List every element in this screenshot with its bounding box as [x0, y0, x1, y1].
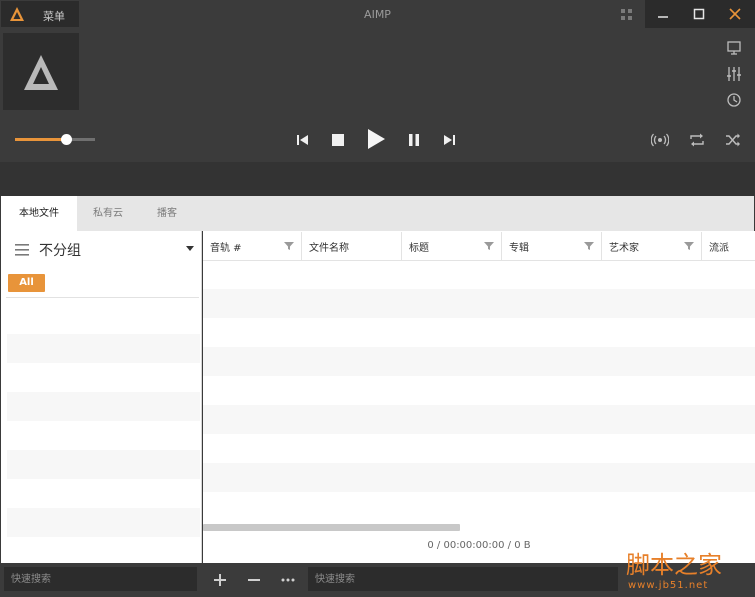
maximize-icon	[693, 8, 705, 20]
group-list-row	[7, 392, 200, 421]
playlist-search-input[interactable]	[308, 567, 618, 592]
column-label: 流派	[709, 243, 729, 254]
minimize-icon	[658, 16, 668, 18]
filter-icon[interactable]	[584, 241, 594, 251]
close-icon	[729, 8, 741, 20]
hamburger-icon[interactable]	[15, 244, 29, 256]
minimize-button[interactable]	[645, 0, 681, 28]
pause-icon[interactable]	[407, 133, 421, 147]
group-search	[4, 567, 197, 592]
column-title[interactable]: 标题	[402, 232, 502, 260]
column-file-name[interactable]: 文件名称	[302, 232, 402, 260]
column-artist[interactable]: 艺术家	[602, 232, 702, 260]
playlist-row	[203, 405, 755, 434]
group-list-row	[7, 450, 200, 479]
tab-podcasts[interactable]: 播客	[139, 196, 195, 231]
aimp-cover-logo-icon	[24, 55, 58, 90]
tab-private-cloud[interactable]: 私有云	[77, 196, 139, 231]
playlist-row	[203, 347, 755, 376]
group-divider	[6, 297, 199, 298]
grouping-selector[interactable]: 不分组	[39, 240, 81, 260]
previous-icon[interactable]	[296, 133, 310, 147]
playlist-header: 音轨 # 文件名称 标题 专辑 艺术家 流派	[203, 232, 755, 261]
add-icon[interactable]	[212, 572, 228, 588]
group-list-row	[7, 334, 200, 363]
display-icon[interactable]	[726, 40, 742, 56]
column-label: 艺术家	[609, 243, 639, 254]
repeat-icon[interactable]	[689, 132, 705, 148]
watermark-url: www.jb51.net	[628, 580, 709, 591]
filter-all-badge[interactable]: All	[8, 274, 45, 292]
window-controls	[645, 0, 755, 28]
column-album[interactable]: 专辑	[502, 232, 602, 260]
group-search-input[interactable]	[4, 567, 197, 592]
column-track-number[interactable]: 音轨 #	[203, 232, 302, 260]
filter-icon[interactable]	[684, 241, 694, 251]
progress-area[interactable]	[0, 162, 755, 196]
column-label: 文件名称	[309, 243, 349, 254]
column-label: 专辑	[509, 243, 529, 254]
source-tabs: 本地文件 私有云 播客	[1, 196, 754, 231]
playlist-search	[308, 567, 618, 592]
grid-icon[interactable]	[621, 9, 632, 20]
play-icon[interactable]	[365, 127, 387, 151]
column-label: 音轨 #	[210, 243, 242, 254]
playlist-row	[203, 463, 755, 492]
playlist-row	[203, 289, 755, 318]
column-label: 标题	[409, 243, 429, 254]
album-cover	[3, 33, 79, 110]
volume-fill	[15, 138, 64, 141]
horizontal-scrollbar[interactable]	[203, 524, 460, 531]
app-title: AIMP	[364, 8, 391, 21]
group-list-row	[7, 508, 200, 537]
playlist-grid	[203, 231, 755, 563]
shuffle-icon[interactable]	[725, 132, 741, 148]
clock-icon[interactable]	[726, 92, 742, 108]
maximize-button[interactable]	[681, 0, 717, 28]
volume-knob[interactable]	[61, 134, 72, 145]
equalizer-icon[interactable]	[726, 66, 742, 82]
filter-icon[interactable]	[284, 241, 294, 251]
remove-icon[interactable]	[246, 572, 262, 588]
filter-icon[interactable]	[484, 241, 494, 251]
more-icon[interactable]	[280, 572, 296, 588]
next-icon[interactable]	[442, 133, 456, 147]
column-genre[interactable]: 流派	[702, 232, 755, 260]
stop-icon[interactable]	[331, 133, 345, 147]
playlist-status: 0 / 00:00:00:00 / 0 B	[427, 540, 531, 551]
close-button[interactable]	[717, 0, 753, 28]
watermark-text: 脚本之家	[626, 551, 722, 579]
chevron-down-icon[interactable]	[186, 246, 194, 251]
tab-local-files[interactable]: 本地文件	[1, 196, 77, 231]
radio-icon[interactable]	[651, 132, 669, 148]
